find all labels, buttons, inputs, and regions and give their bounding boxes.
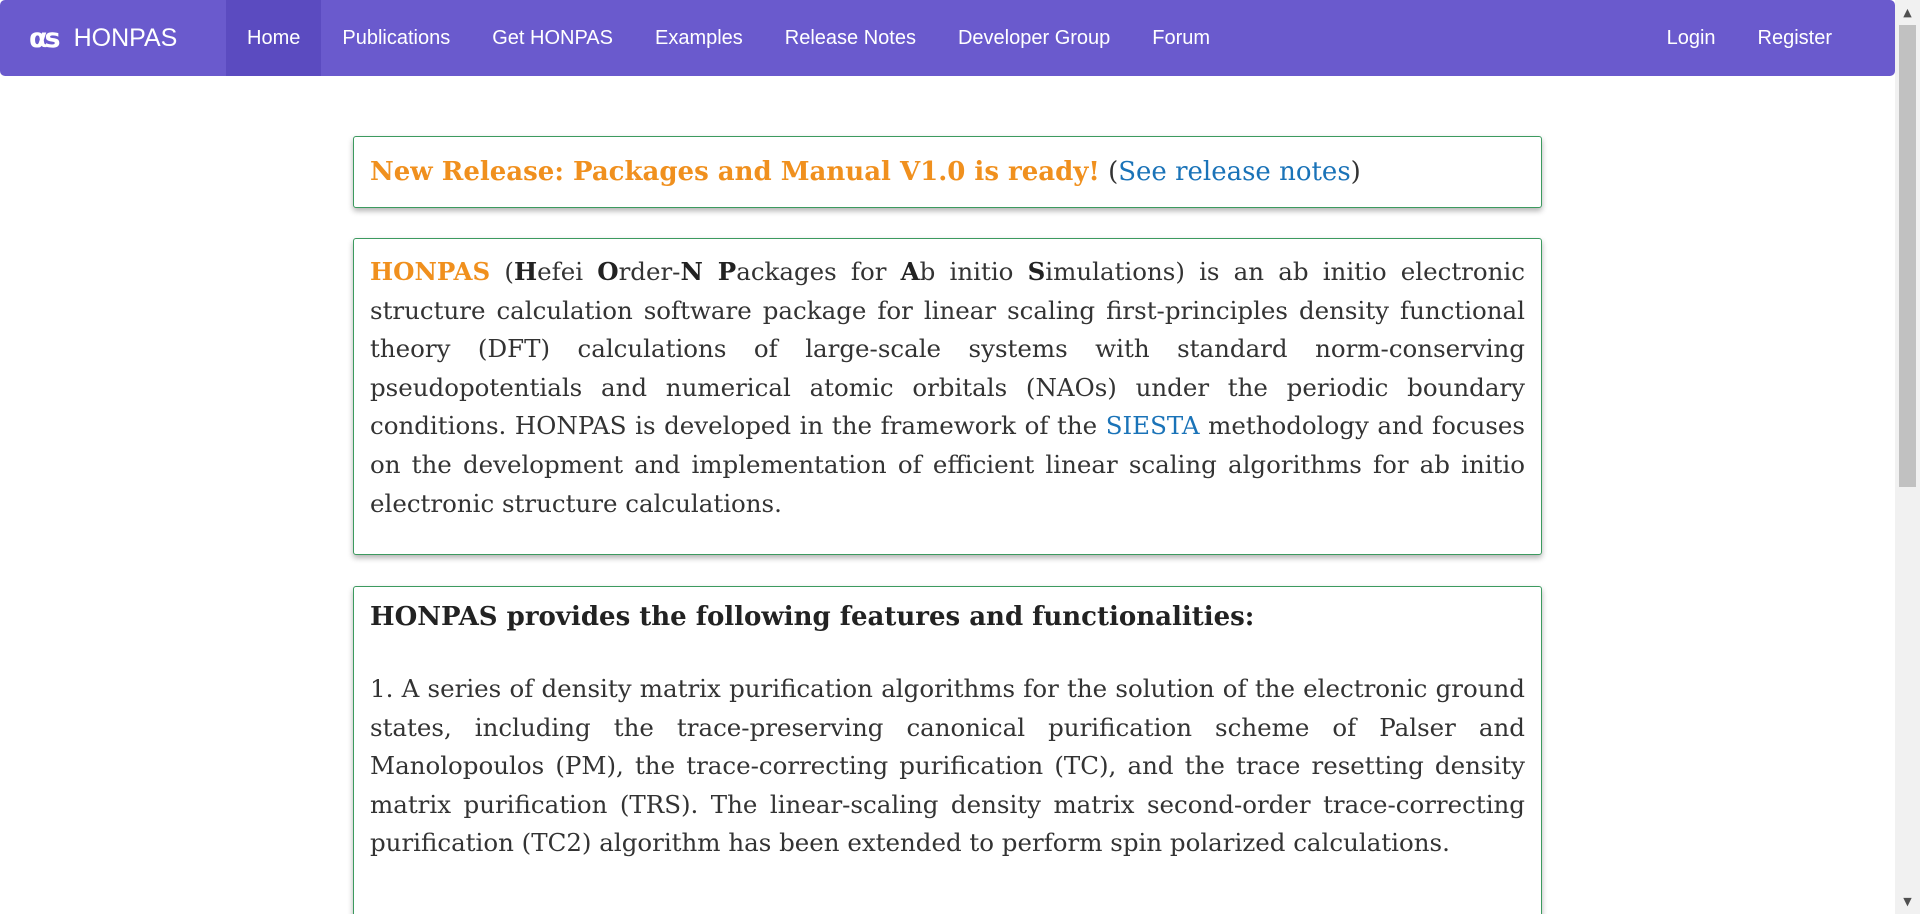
acronym-o: O — [597, 257, 619, 286]
acronym-n: N — [680, 257, 703, 286]
release-paren-open: ( — [1108, 157, 1119, 187]
features-title: HONPAS provides the following features a… — [370, 602, 1255, 632]
brand[interactable]: αs HONPAS — [0, 0, 226, 76]
acronym-h-rest: efei — [537, 257, 598, 286]
acronym-o-rest: rder- — [618, 257, 681, 286]
intro-panel: HONPAS (Hefei Order-N Packages for Ab in… — [353, 238, 1542, 555]
scrollbar-thumb[interactable] — [1899, 25, 1916, 487]
siesta-link[interactable]: SIESTA — [1106, 411, 1200, 440]
acronym-p: P — [702, 257, 737, 286]
nav-item-publications[interactable]: Publications — [321, 0, 471, 76]
acronym-s: S — [1027, 257, 1046, 286]
acronym-h: H — [513, 257, 538, 286]
register-link[interactable]: Register — [1737, 0, 1853, 76]
features-panel: HONPAS provides the following features a… — [353, 586, 1542, 914]
honpas-name: HONPAS — [370, 257, 491, 286]
nav-item-examples[interactable]: Examples — [634, 0, 764, 76]
brand-name: HONPAS — [73, 23, 178, 52]
page-scrollbar[interactable]: ▲ ▼ — [1895, 0, 1920, 914]
brand-logo-icon: αs — [29, 22, 61, 54]
nav-item-release-notes[interactable]: Release Notes — [764, 0, 937, 76]
acronym-s-rest: imulations) — [1045, 257, 1185, 286]
acronym-p-rest: ackages for — [736, 257, 901, 286]
nav-item-developer-group[interactable]: Developer Group — [937, 0, 1131, 76]
nav-item-get-honpas[interactable]: Get HONPAS — [471, 0, 634, 76]
top-navbar: αs HONPAS Home Publications Get HONPAS E… — [0, 0, 1895, 76]
release-paren-close: ) — [1350, 157, 1361, 187]
nav-item-forum[interactable]: Forum — [1131, 0, 1231, 76]
release-headline: New Release: Packages and Manual V1.0 is… — [370, 157, 1100, 187]
scroll-up-arrow-icon[interactable]: ▲ — [1895, 0, 1920, 25]
acronym-a-rest: b initio — [919, 257, 1028, 286]
nav-account-menu: Login Register — [1646, 0, 1853, 76]
acronym-a: A — [900, 257, 920, 286]
feature-item-1: 1. A series of density matrix purificati… — [370, 674, 1525, 858]
intro-paren: ( — [490, 257, 514, 286]
release-panel: New Release: Packages and Manual V1.0 is… — [353, 136, 1542, 208]
intro-paragraph: HONPAS (Hefei Order-N Packages for Ab in… — [370, 253, 1525, 523]
scroll-down-arrow-icon[interactable]: ▼ — [1895, 889, 1920, 914]
release-announcement: New Release: Packages and Manual V1.0 is… — [370, 157, 1361, 187]
nav-item-home[interactable]: Home — [226, 0, 322, 76]
release-notes-link[interactable]: See release notes — [1118, 157, 1350, 187]
nav-menu: Home Publications Get HONPAS Examples Re… — [226, 0, 1231, 76]
login-link[interactable]: Login — [1646, 0, 1737, 76]
